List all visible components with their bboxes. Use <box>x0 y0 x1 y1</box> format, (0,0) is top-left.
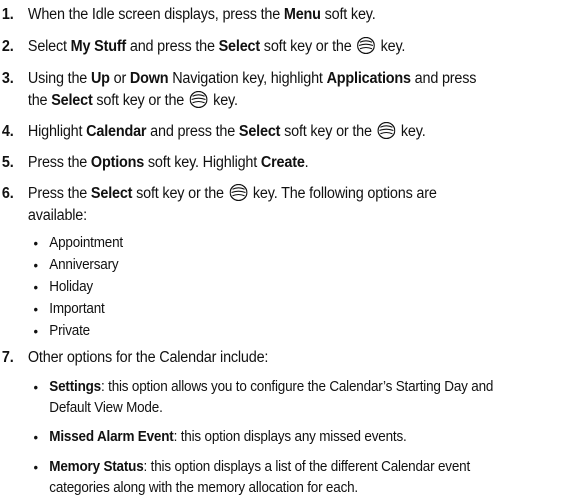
bullet: • <box>33 379 38 395</box>
step-number: 6. <box>1 185 14 202</box>
step-number: 1. <box>1 6 14 23</box>
navigation-center-key-icon <box>377 122 396 139</box>
instruction-page: 1. When the Idle screen displays, press … <box>1 6 494 496</box>
bullet: • <box>33 301 38 317</box>
bullet: • <box>33 279 38 295</box>
bullet: • <box>33 235 38 251</box>
step-number: 3. <box>1 70 14 87</box>
menu-softkey-label: Menu <box>283 6 321 23</box>
bullet: • <box>33 459 38 475</box>
step-number: 7. <box>1 349 14 366</box>
step-number: 5. <box>1 154 14 171</box>
step-number: 2. <box>1 38 14 55</box>
navigation-center-key-icon <box>357 37 375 54</box>
navigation-center-key-icon <box>189 91 208 108</box>
bullet: • <box>33 323 38 339</box>
bullet: • <box>33 429 38 445</box>
step-number: 4. <box>1 123 14 140</box>
bullet: • <box>33 257 38 273</box>
navigation-center-key-icon <box>229 184 248 201</box>
